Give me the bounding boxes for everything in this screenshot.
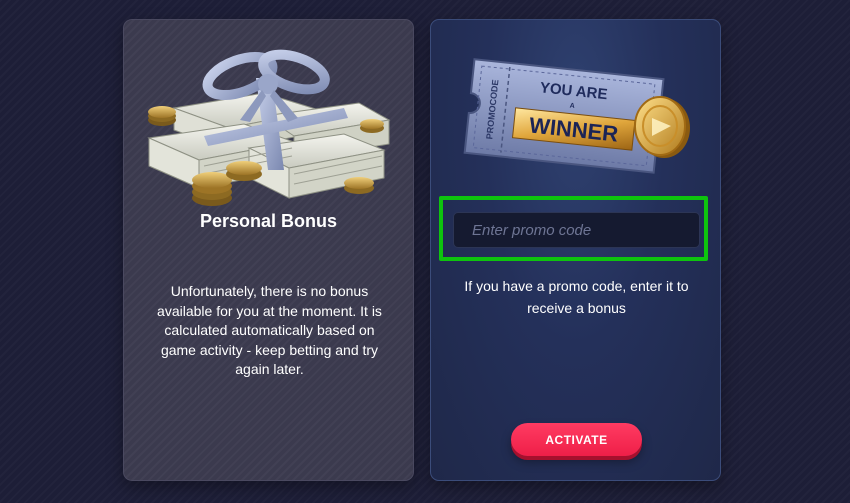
gift-money-icon xyxy=(147,49,391,206)
ticket-line2: A xyxy=(569,102,575,109)
winner-ticket-icon: PROMOCODE YOU ARE A WINNER xyxy=(463,58,690,174)
activate-button[interactable]: ACTIVATE xyxy=(511,423,642,456)
personal-bonus-title: Personal Bonus xyxy=(199,211,338,231)
personal-bonus-card: Personal Bonus Unfortunately, there is n… xyxy=(123,19,414,481)
promo-code-card: PROMOCODE YOU ARE A WINNER If you have a… xyxy=(430,19,721,481)
promo-hint-text: If you have a promo code, enter it to re… xyxy=(464,278,689,316)
personal-bonus-description: Unfortunately, there is no bonus availab… xyxy=(157,283,382,377)
promo-code-input[interactable] xyxy=(453,212,700,248)
